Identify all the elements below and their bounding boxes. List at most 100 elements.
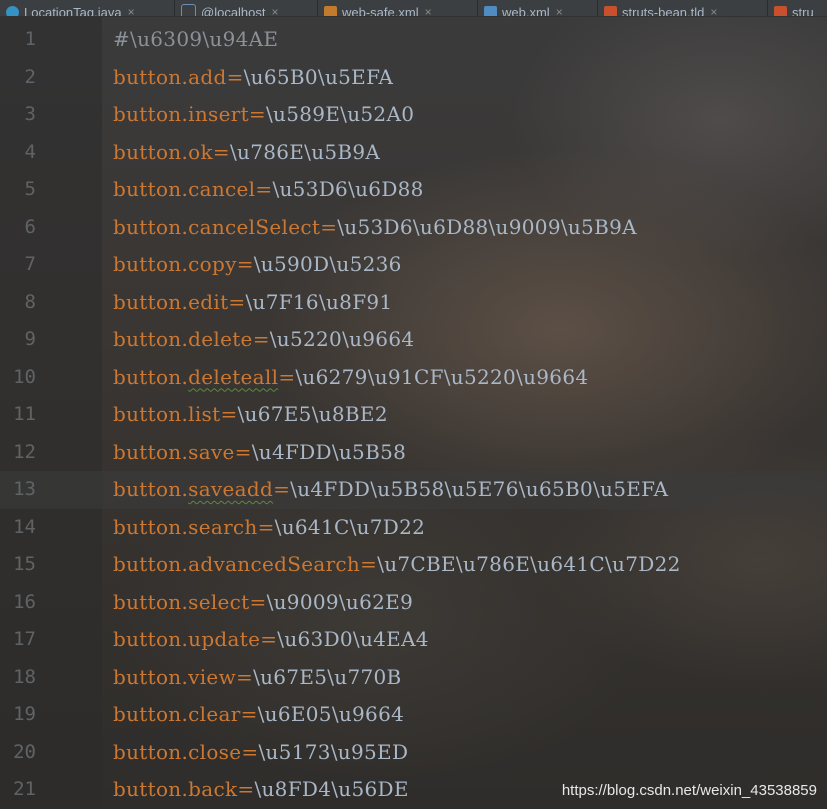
property-prefix: button. bbox=[113, 289, 189, 314]
line-number: 15 bbox=[13, 553, 36, 575]
equals-sign: = bbox=[257, 514, 275, 539]
equals-sign: = bbox=[236, 664, 254, 689]
code-text: button.insert=\u589E\u52A0 bbox=[113, 96, 414, 134]
equals-sign: = bbox=[248, 102, 266, 126]
property-key: delete bbox=[188, 327, 253, 351]
property-key: list bbox=[188, 402, 221, 426]
equals-sign: = bbox=[278, 364, 296, 389]
code-text: button.clear=\u6E05\u9664 bbox=[113, 696, 404, 734]
code-line[interactable]: 18 button.view=\u67E5\u770B bbox=[0, 659, 827, 697]
property-key: back bbox=[188, 777, 238, 801]
code-text: button.cancelSelect=\u53D6\u6D88\u9009\u… bbox=[113, 209, 637, 247]
property-prefix: button. bbox=[113, 739, 189, 764]
property-value: \u8FD4\u56DE bbox=[254, 777, 409, 801]
property-value: \u5173\u95ED bbox=[258, 739, 409, 764]
code-line[interactable]: 3 button.insert=\u589E\u52A0 bbox=[0, 96, 827, 134]
equals-sign: = bbox=[237, 777, 255, 801]
code-line[interactable]: 1 #\u6309\u94AE bbox=[0, 21, 827, 59]
property-value: \u5220\u9664 bbox=[269, 327, 415, 351]
equals-sign: = bbox=[273, 477, 291, 501]
code-line[interactable]: 13 button.saveadd=\u4FDD\u5B58\u5E76\u65B… bbox=[0, 471, 827, 509]
tab-localhost[interactable]: @localhost × bbox=[175, 0, 318, 16]
comment-text: #\u6309\u94AE bbox=[113, 27, 279, 51]
code-editor[interactable]: 1 #\u6309\u94AE 2 button.add=\u65B0\u5EFA 3 b… bbox=[0, 16, 827, 809]
code-line[interactable]: 20 button.close=\u5173\u95ED bbox=[0, 734, 827, 772]
line-number: 14 bbox=[13, 515, 36, 538]
property-key: cancel bbox=[188, 177, 256, 201]
property-value: \u7CBE\u786E\u641C\u7D22 bbox=[377, 552, 681, 576]
code-line[interactable]: 17 button.update=\u63D0\u4EA4 bbox=[0, 621, 827, 659]
code-text: button.view=\u67E5\u770B bbox=[113, 659, 402, 697]
property-value: \u65B0\u5EFA bbox=[243, 64, 394, 89]
property-prefix: button. bbox=[113, 64, 189, 89]
code-text: button.back=\u8FD4\u56DE bbox=[113, 771, 409, 809]
property-key: cancelSelect bbox=[188, 214, 321, 239]
code-line[interactable]: 6 button.cancelSelect=\u53D6\u6D88\u9009\… bbox=[0, 209, 827, 247]
tab-web-xml[interactable]: web.xml × bbox=[478, 0, 598, 16]
property-prefix: button. bbox=[113, 439, 189, 464]
property-key: edit bbox=[188, 289, 229, 314]
property-value: \u53D6\u6D88 bbox=[272, 177, 424, 201]
property-key: save bbox=[188, 439, 235, 464]
property-key: deleteall bbox=[188, 364, 279, 389]
property-value: \u641C\u7D22 bbox=[274, 514, 426, 539]
property-value: \u6279\u91CF\u5220\u9664 bbox=[295, 364, 589, 389]
line-number: 5 bbox=[24, 178, 36, 200]
property-prefix: button. bbox=[113, 589, 189, 614]
code-text: button.update=\u63D0\u4EA4 bbox=[113, 621, 429, 659]
code-text: button.ok=\u786E\u5B9A bbox=[113, 134, 380, 172]
tab-struts-bean-tld[interactable]: struts-bean.tld × bbox=[598, 0, 768, 16]
code-text: button.add=\u65B0\u5EFA bbox=[113, 59, 393, 97]
code-line[interactable]: 15 button.advancedSearch=\u7CBE\u786E\u64… bbox=[0, 546, 827, 584]
property-value: \u7F16\u8F91 bbox=[245, 289, 393, 314]
property-value: \u4FDD\u5B58 bbox=[251, 439, 407, 464]
code-text: button.save=\u4FDD\u5B58 bbox=[113, 434, 406, 472]
property-key: view bbox=[188, 664, 236, 689]
code-line[interactable]: 16 button.select=\u9009\u62E9 bbox=[0, 584, 827, 622]
tab-web-safe-xml[interactable]: web-safe.xml × bbox=[318, 0, 478, 16]
code-line[interactable]: 12 button.save=\u4FDD\u5B58 bbox=[0, 434, 827, 472]
line-number: 6 bbox=[24, 215, 36, 238]
code-line[interactable]: 19 button.clear=\u6E05\u9664 bbox=[0, 696, 827, 734]
tab-locationtag-java[interactable]: LocationTag.java × bbox=[0, 0, 175, 16]
code-text: button.search=\u641C\u7D22 bbox=[113, 509, 425, 547]
property-value: \u9009\u62E9 bbox=[266, 589, 414, 614]
line-number: 3 bbox=[24, 103, 36, 125]
code-line[interactable]: 5 button.cancel=\u53D6\u6D88 bbox=[0, 171, 827, 209]
code-line[interactable]: 4 button.ok=\u786E\u5B9A bbox=[0, 134, 827, 172]
line-number: 11 bbox=[13, 403, 36, 425]
watermark: https://blog.csdn.net/weixin_43538859 bbox=[561, 782, 817, 799]
property-prefix: button. bbox=[113, 552, 189, 576]
equals-sign: = bbox=[249, 589, 267, 614]
property-prefix: button. bbox=[113, 214, 189, 239]
equals-sign: = bbox=[241, 739, 259, 764]
property-prefix: button. bbox=[113, 777, 189, 801]
equals-sign: = bbox=[220, 402, 238, 426]
property-value: \u63D0\u4EA4 bbox=[277, 627, 429, 651]
property-key: advancedSearch bbox=[188, 552, 361, 576]
code-text: button.delete=\u5220\u9664 bbox=[113, 321, 414, 359]
code-text: button.close=\u5173\u95ED bbox=[113, 734, 408, 772]
code-line[interactable]: 9 button.delete=\u5220\u9664 bbox=[0, 321, 827, 359]
code-line[interactable]: 11 button.list=\u67E5\u8BE2 bbox=[0, 396, 827, 434]
property-value: \u67E5\u770B bbox=[253, 664, 402, 689]
line-number: 7 bbox=[24, 253, 36, 275]
property-prefix: button. bbox=[113, 102, 189, 126]
code-line[interactable]: 7 button.copy=\u590D\u5236 bbox=[0, 246, 827, 284]
code-text: button.advancedSearch=\u7CBE\u786E\u641C… bbox=[113, 546, 681, 584]
tab-stru[interactable]: stru bbox=[768, 0, 827, 16]
line-number: 8 bbox=[24, 290, 36, 313]
property-value: \u4FDD\u5B58\u5E76\u65B0\u5EFA bbox=[290, 477, 669, 501]
property-prefix: button. bbox=[113, 402, 189, 426]
code-line[interactable]: 10 button.deleteall=\u6279\u91CF\u5220\u9… bbox=[0, 359, 827, 397]
code-line[interactable]: 14 button.search=\u641C\u7D22 bbox=[0, 509, 827, 547]
property-prefix: button. bbox=[113, 477, 189, 501]
code-text: button.deleteall=\u6279\u91CF\u5220\u966… bbox=[113, 359, 588, 397]
line-number: 19 bbox=[13, 703, 36, 725]
equals-sign: = bbox=[320, 214, 338, 239]
code-line[interactable]: 2 button.add=\u65B0\u5EFA bbox=[0, 59, 827, 97]
line-number: 4 bbox=[24, 140, 36, 163]
line-number: 20 bbox=[13, 740, 36, 763]
code-line[interactable]: 8 button.edit=\u7F16\u8F91 bbox=[0, 284, 827, 322]
line-number: 10 bbox=[13, 365, 36, 388]
